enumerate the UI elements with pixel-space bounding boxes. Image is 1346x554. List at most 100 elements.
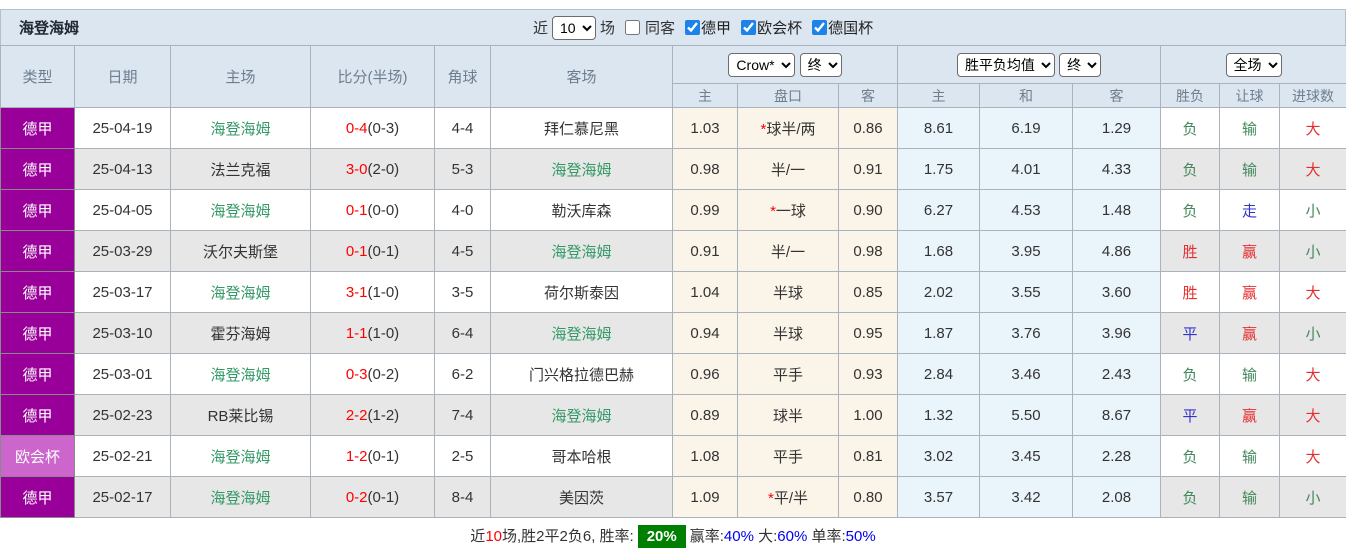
halftime-score: (0-3): [368, 120, 400, 137]
avg-draw-odds-cell: 3.95: [980, 231, 1073, 272]
crow-home-odds-cell: 0.89: [673, 395, 738, 436]
crow-away-odds-cell: 0.81: [839, 436, 898, 477]
handicap-result-cell: 赢: [1220, 313, 1280, 354]
match-date-cell: 25-03-10: [75, 313, 171, 354]
result-cell: 负: [1161, 190, 1220, 231]
odds-group-crow: Crow* 终: [673, 46, 898, 84]
halftime-score: (1-2): [368, 407, 400, 424]
corner-cell: 4-0: [435, 190, 491, 231]
league-type-cell: 德甲: [1, 190, 75, 231]
sub-header-goals: 进球数: [1280, 84, 1346, 108]
bundesliga-checkbox[interactable]: [685, 20, 700, 35]
league-filter-bundesliga: 德甲: [679, 17, 731, 38]
score-cell: 3-1(1-0): [311, 272, 435, 313]
fulltime-score: 3-1: [346, 284, 368, 301]
handicap-result-cell: 输: [1220, 149, 1280, 190]
corner-cell: 4-5: [435, 231, 491, 272]
result-cell: 平: [1161, 313, 1220, 354]
sub-header-crow-away: 客: [839, 84, 898, 108]
result-cell: 胜: [1161, 272, 1220, 313]
sub-header-result: 胜负: [1161, 84, 1220, 108]
halftime-score: (0-1): [368, 448, 400, 465]
goals-result-cell: 大: [1280, 395, 1346, 436]
corner-cell: 5-3: [435, 149, 491, 190]
avg-away-odds-cell: 3.96: [1073, 313, 1161, 354]
fulltime-score: 0-1: [346, 202, 368, 219]
halftime-score: (0-2): [368, 366, 400, 383]
halftime-score: (0-1): [368, 489, 400, 506]
handicap-cell: 球半: [738, 395, 839, 436]
handicap-result-cell: 输: [1220, 108, 1280, 149]
crow-home-odds-cell: 1.04: [673, 272, 738, 313]
halftime-score: (1-0): [368, 325, 400, 342]
sub-header-avg-draw: 和: [980, 84, 1073, 108]
summary-footer: 近10场,胜2平2负6, 胜率:20%赢率:40% 大:60% 单率:50%: [0, 518, 1346, 554]
match-row: 德甲25-03-17海登海姆3-1(1-0)3-5荷尔斯泰因1.04半球0.85…: [1, 272, 1346, 313]
handicap-cell: 半球: [738, 313, 839, 354]
avg-home-odds-cell: 3.57: [898, 477, 980, 518]
result-cell: 负: [1161, 477, 1220, 518]
league-filter-conference: 欧会杯: [735, 17, 802, 38]
match-row: 德甲25-04-19海登海姆0-4(0-3)4-4拜仁慕尼黑1.03*球半/两0…: [1, 108, 1346, 149]
away-team-cell: 海登海姆: [491, 395, 673, 436]
odds-group-fulltime: 全场: [1161, 46, 1346, 84]
crow-away-odds-cell: 0.93: [839, 354, 898, 395]
match-history-table: 类型 日期 主场 比分(半场) 角球 客场 Crow* 终 胜平负均值 终 全场: [0, 45, 1346, 518]
match-date-cell: 25-02-21: [75, 436, 171, 477]
average-type-select[interactable]: 胜平负均值: [957, 53, 1055, 77]
page-title: 海登海姆: [1, 17, 79, 38]
dfb-pokal-checkbox[interactable]: [812, 20, 827, 35]
period-select[interactable]: 全场: [1226, 53, 1282, 77]
crow-away-odds-cell: 0.85: [839, 272, 898, 313]
handicap-result-cell: 走: [1220, 190, 1280, 231]
recent-count-select[interactable]: 10: [552, 16, 596, 40]
handicap-cell: *平/半: [738, 477, 839, 518]
crow-away-odds-cell: 1.00: [839, 395, 898, 436]
col-header-score: 比分(半场): [311, 46, 435, 108]
average-time-select[interactable]: 终: [1059, 53, 1101, 77]
away-team-cell: 哥本哈根: [491, 436, 673, 477]
fulltime-score: 3-0: [346, 161, 368, 178]
away-team-cell: 荷尔斯泰因: [491, 272, 673, 313]
league-type-cell: 德甲: [1, 354, 75, 395]
crow-away-odds-cell: 0.86: [839, 108, 898, 149]
goals-result-cell: 大: [1280, 436, 1346, 477]
avg-draw-odds-cell: 3.76: [980, 313, 1073, 354]
avg-away-odds-cell: 2.08: [1073, 477, 1161, 518]
avg-home-odds-cell: 8.61: [898, 108, 980, 149]
summary-text: 10: [485, 528, 502, 545]
home-team-cell: 海登海姆: [171, 190, 311, 231]
avg-away-odds-cell: 2.28: [1073, 436, 1161, 477]
home-team-cell: 海登海姆: [171, 354, 311, 395]
crow-odds-time-select[interactable]: 终: [800, 53, 842, 77]
league-type-cell: 德甲: [1, 313, 75, 354]
conference-checkbox[interactable]: [741, 20, 756, 35]
summary-text: 60%: [777, 528, 807, 545]
avg-home-odds-cell: 1.68: [898, 231, 980, 272]
league-type-cell: 欧会杯: [1, 436, 75, 477]
match-date-cell: 25-04-05: [75, 190, 171, 231]
result-cell: 平: [1161, 395, 1220, 436]
league-type-cell: 德甲: [1, 231, 75, 272]
match-date-cell: 25-02-17: [75, 477, 171, 518]
title-bar: 海登海姆 近 10 场 同客 德甲 欧会杯 德国杯: [0, 9, 1346, 45]
handicap-result-cell: 输: [1220, 354, 1280, 395]
odds-provider-select[interactable]: Crow*: [728, 53, 795, 77]
avg-away-odds-cell: 2.43: [1073, 354, 1161, 395]
col-header-type: 类型: [1, 46, 75, 108]
corner-cell: 7-4: [435, 395, 491, 436]
avg-draw-odds-cell: 4.01: [980, 149, 1073, 190]
crow-away-odds-cell: 0.80: [839, 477, 898, 518]
same-venue-checkbox[interactable]: [625, 20, 640, 35]
col-header-home: 主场: [171, 46, 311, 108]
away-team-cell: 门兴格拉德巴赫: [491, 354, 673, 395]
avg-draw-odds-cell: 3.42: [980, 477, 1073, 518]
crow-home-odds-cell: 0.96: [673, 354, 738, 395]
avg-away-odds-cell: 8.67: [1073, 395, 1161, 436]
handicap-cell: 半/一: [738, 231, 839, 272]
away-team-cell: 勒沃库森: [491, 190, 673, 231]
halftime-score: (1-0): [368, 284, 400, 301]
handicap-cell: 平手: [738, 436, 839, 477]
handicap-cell: *球半/两: [738, 108, 839, 149]
crow-away-odds-cell: 0.98: [839, 231, 898, 272]
